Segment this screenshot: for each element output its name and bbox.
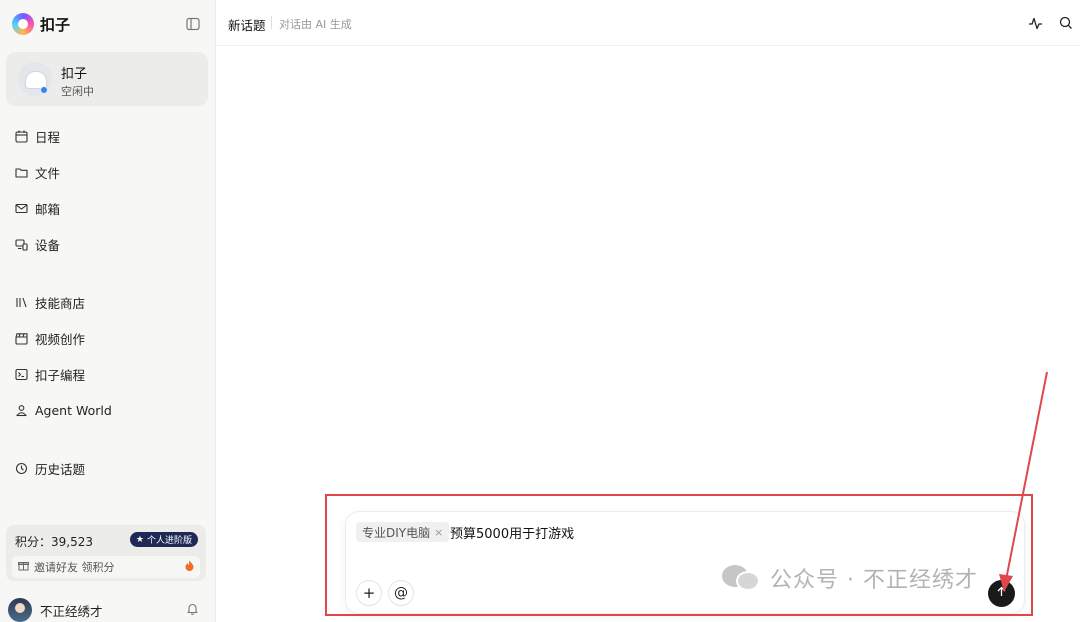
search-icon[interactable] (1057, 14, 1075, 32)
history-icon (14, 461, 28, 475)
calendar-icon (14, 129, 28, 143)
app-name: 扣子 (40, 15, 71, 34)
clapperboard-icon (14, 331, 28, 345)
app-logo-icon (12, 13, 34, 35)
star-icon: ★ (135, 534, 144, 545)
user-avatar (8, 598, 32, 622)
library-icon (14, 295, 28, 309)
sidebar-item-label: 技能商店 (35, 295, 86, 311)
watermark-text: 公众号 · 不正经绣才 (770, 568, 978, 593)
sidebar-item-label: 设备 (35, 237, 61, 253)
invite-friends-button[interactable]: 邀请好友 领积分 (12, 556, 200, 578)
sidebar-item-label: Agent World (35, 402, 112, 418)
user-profile[interactable]: 不正经绣才 (8, 598, 203, 622)
points-card: 积分：39,523 ★ 个人进阶版 邀请好友 领积分 (6, 525, 206, 581)
sidebar: 扣子 扣子 空闲中 日程 文件 邮箱 设备 技能商店 视频创作 扣子编程 Age… (0, 0, 216, 622)
folder-icon (14, 165, 28, 179)
gift-icon (18, 560, 29, 575)
sidebar-item-label: 日程 (35, 129, 61, 145)
flame-icon (185, 560, 194, 574)
sidebar-item-skill-store[interactable]: 技能商店 (0, 284, 216, 320)
plan-badge-label: 个人进阶版 (146, 536, 192, 546)
sidebar-item-schedule[interactable]: 日程 (0, 118, 216, 154)
brand-row: 扣子 (12, 12, 202, 36)
sidebar-item-label: 视频创作 (35, 331, 86, 347)
user-name: 不正经绣才 (40, 603, 103, 619)
agent-status-text: 空闲中 (61, 85, 94, 98)
annotation-highlight (325, 494, 1033, 616)
activity-icon[interactable] (1026, 14, 1044, 32)
sidebar-item-mail[interactable]: 邮箱 (0, 190, 216, 226)
terminal-icon (14, 367, 28, 381)
sidebar-item-files[interactable]: 文件 (0, 154, 216, 190)
invite-label: 邀请好友 领积分 (34, 561, 115, 574)
topic-title: 新话题 (228, 18, 266, 33)
watermark: 公众号 · 不正经绣才 (722, 562, 978, 594)
sidebar-item-coding[interactable]: 扣子编程 (0, 356, 216, 392)
agent-name: 扣子 (61, 67, 88, 82)
sidebar-item-video[interactable]: 视频创作 (0, 320, 216, 356)
agent-world-icon (14, 403, 28, 417)
nav-secondary: 技能商店 视频创作 扣子编程 Agent World (0, 284, 216, 428)
status-indicator (40, 86, 48, 94)
sidebar-item-label: 邮箱 (35, 201, 61, 217)
nav-history: 历史话题 (0, 450, 216, 486)
bell-icon[interactable] (186, 602, 199, 619)
sidebar-item-label: 扣子编程 (35, 367, 86, 383)
devices-icon (14, 237, 28, 251)
plan-badge[interactable]: ★ 个人进阶版 (129, 532, 198, 547)
points-balance: 积分：39,523 (15, 535, 93, 549)
mail-icon (14, 201, 28, 215)
agent-status-card[interactable]: 扣子 空闲中 (6, 52, 208, 106)
sidebar-item-devices[interactable]: 设备 (0, 226, 216, 262)
topic-header: 新话题 对话由 AI 生成 (216, 0, 1080, 46)
sidebar-item-label: 文件 (35, 165, 61, 181)
nav-primary: 日程 文件 邮箱 设备 (0, 118, 216, 262)
wechat-icon (722, 563, 762, 593)
ai-disclaimer: 对话由 AI 生成 (279, 18, 352, 31)
sidebar-toggle-icon[interactable] (184, 15, 202, 33)
sidebar-item-label: 历史话题 (35, 461, 86, 477)
sidebar-item-agent-world[interactable]: Agent World (0, 392, 216, 428)
header-divider (271, 16, 272, 29)
sidebar-item-history[interactable]: 历史话题 (0, 450, 216, 486)
